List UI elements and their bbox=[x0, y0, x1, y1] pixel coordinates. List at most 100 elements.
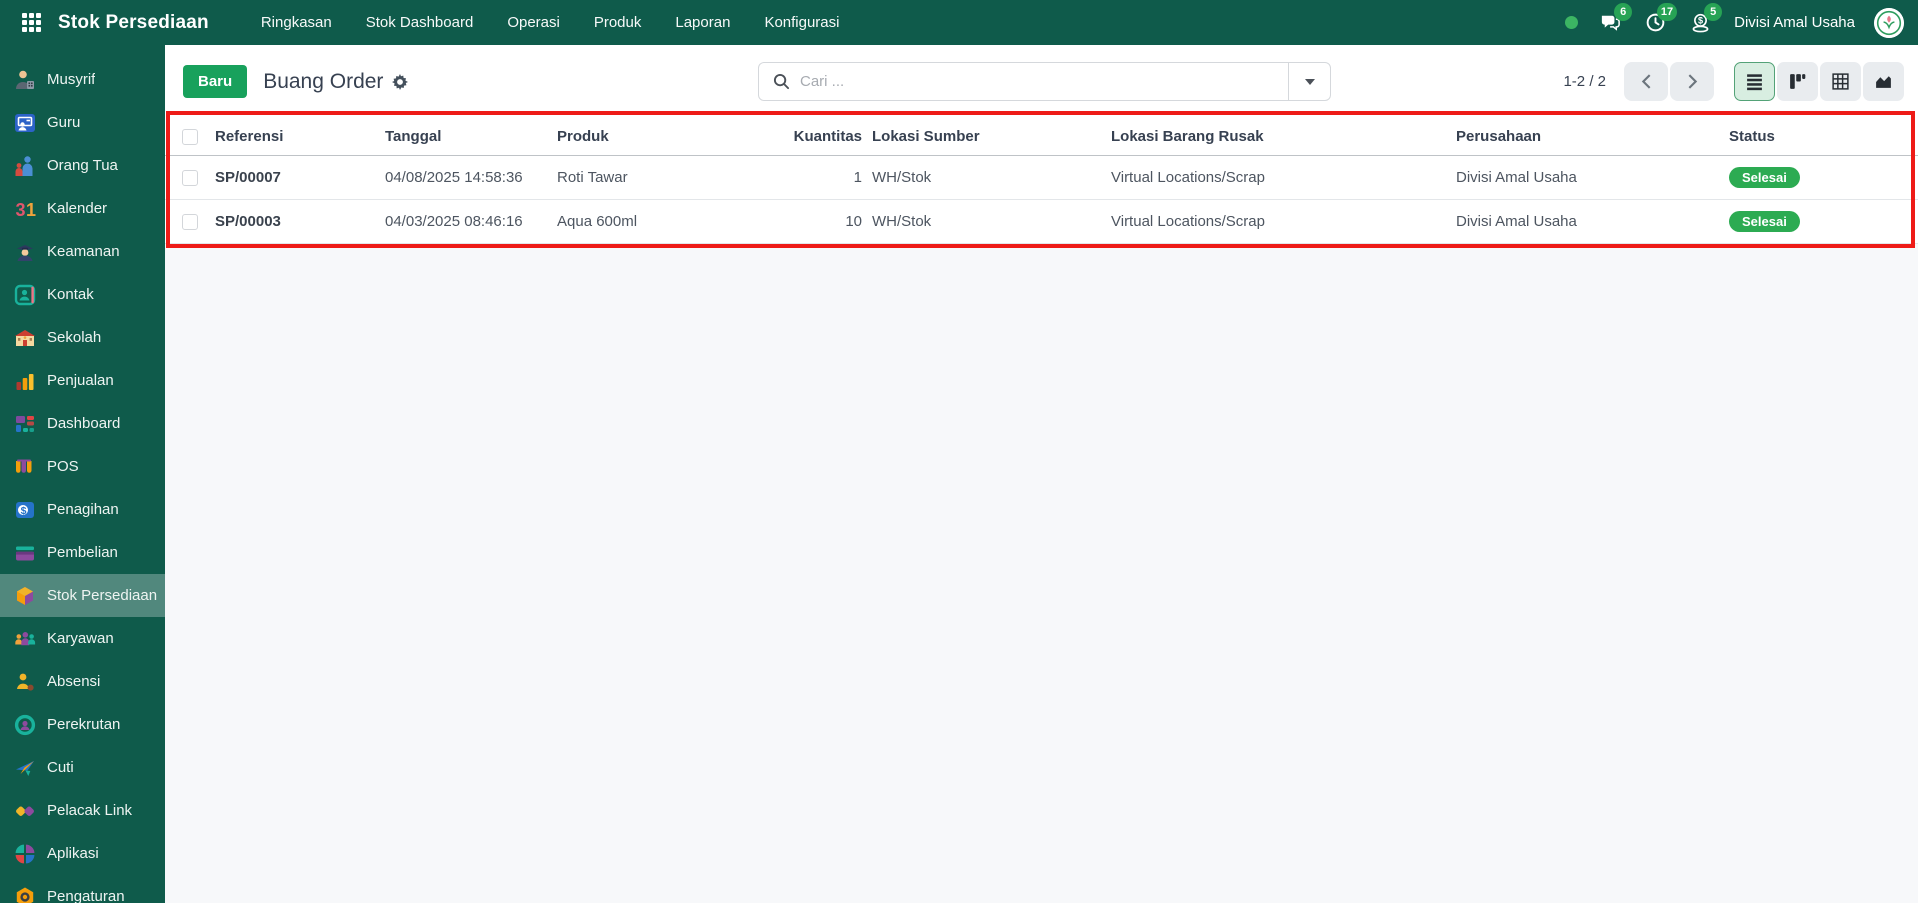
sidebar-item-label: Dashboard bbox=[47, 415, 120, 432]
sidebar-item-label: Absensi bbox=[47, 673, 100, 690]
column-header-perusahaan[interactable]: Perusahaan bbox=[1446, 128, 1719, 145]
sidebar-item-pos[interactable]: POS bbox=[0, 445, 165, 488]
perekrutan-icon bbox=[13, 713, 37, 737]
view-switcher-kanban-button[interactable] bbox=[1777, 62, 1818, 101]
nav-menu-laporan[interactable]: Laporan bbox=[675, 14, 730, 31]
column-header-tanggal[interactable]: Tanggal bbox=[385, 128, 557, 145]
table-header: ReferensiTanggalProdukKuantitasLokasi Su… bbox=[165, 118, 1918, 156]
apps-menu-button[interactable] bbox=[14, 8, 48, 38]
sidebar-item-guru[interactable]: Guru bbox=[0, 101, 165, 144]
pembelian-icon bbox=[13, 541, 37, 565]
row-checkbox[interactable] bbox=[182, 214, 198, 230]
kontak-icon bbox=[13, 283, 37, 307]
activities-button[interactable]: 17 bbox=[1642, 10, 1668, 36]
cell-lokasi-sumber: WH/Stok bbox=[862, 213, 1101, 230]
sidebar-item-cuti[interactable]: Cuti bbox=[0, 746, 165, 789]
sidebar-item-absensi[interactable]: Absensi bbox=[0, 660, 165, 703]
nav-menu-ringkasan[interactable]: Ringkasan bbox=[261, 14, 332, 31]
pager-previous-button[interactable] bbox=[1624, 62, 1668, 101]
cell-produk: Aqua 600ml bbox=[557, 213, 725, 230]
view-switcher-graph-button[interactable] bbox=[1863, 62, 1904, 101]
sidebar-item-label: Cuti bbox=[47, 759, 74, 776]
cuti-icon bbox=[13, 756, 37, 780]
sidebar-item-karyawan[interactable]: Karyawan bbox=[0, 617, 165, 660]
sidebar-item-orang-tua[interactable]: Orang Tua bbox=[0, 144, 165, 187]
cell-referensi: SP/00003 bbox=[215, 213, 385, 230]
sidebar-item-pengaturan[interactable]: Pengaturan bbox=[0, 875, 165, 903]
cell-lokasi-barang-rusak: Virtual Locations/Scrap bbox=[1101, 169, 1446, 186]
records-table: ReferensiTanggalProdukKuantitasLokasi Su… bbox=[165, 118, 1918, 244]
sidebar-item-label: Sekolah bbox=[47, 329, 101, 346]
cell-perusahaan: Divisi Amal Usaha bbox=[1446, 213, 1719, 230]
view-settings-button[interactable] bbox=[392, 74, 408, 90]
table-row[interactable]: SP/0000704/08/2025 14:58:36Roti Tawar1WH… bbox=[165, 156, 1918, 200]
nav-menu-operasi[interactable]: Operasi bbox=[507, 14, 560, 31]
sidebar-item-kontak[interactable]: Kontak bbox=[0, 273, 165, 316]
view-switcher-list-button[interactable] bbox=[1734, 62, 1775, 101]
sidebar-item-keamanan[interactable]: Keamanan bbox=[0, 230, 165, 273]
sales-notifications-button[interactable]: $ 5 bbox=[1687, 10, 1713, 36]
nav-menu-konfigurasi[interactable]: Konfigurasi bbox=[764, 14, 839, 31]
sidebar-item-pembelian[interactable]: Pembelian bbox=[0, 531, 165, 574]
pager-next-button[interactable] bbox=[1670, 62, 1714, 101]
sidebar-item-aplikasi[interactable]: Aplikasi bbox=[0, 832, 165, 875]
messages-button[interactable]: 6 bbox=[1597, 10, 1623, 36]
cell-lokasi-sumber: WH/Stok bbox=[862, 169, 1101, 186]
sales-badge: 5 bbox=[1704, 3, 1722, 21]
svg-text:$: $ bbox=[21, 504, 27, 516]
status-badge: Selesai bbox=[1729, 211, 1800, 232]
table-row[interactable]: SP/0000304/03/2025 08:46:16Aqua 600ml10W… bbox=[165, 200, 1918, 244]
sidebar-item-pelacak-link[interactable]: Pelacak Link bbox=[0, 789, 165, 832]
search-dropdown-toggle[interactable] bbox=[1288, 63, 1330, 100]
row-checkbox[interactable] bbox=[182, 170, 198, 186]
pager-range: 1-2 / 2 bbox=[1563, 73, 1606, 90]
sidebar-item-label: Karyawan bbox=[47, 630, 114, 647]
sidebar-item-kalender[interactable]: 31Kalender bbox=[0, 187, 165, 230]
search-icon bbox=[773, 73, 790, 90]
column-header-referensi[interactable]: Referensi bbox=[215, 128, 385, 145]
sidebar-item-sekolah[interactable]: Sekolah bbox=[0, 316, 165, 359]
sidebar-item-label: Keamanan bbox=[47, 243, 120, 260]
presence-dot-icon bbox=[1565, 16, 1578, 29]
sidebar-item-penjualan[interactable]: Penjualan bbox=[0, 359, 165, 402]
column-header-produk[interactable]: Produk bbox=[557, 128, 725, 145]
new-button[interactable]: Baru bbox=[183, 65, 247, 98]
table-body: SP/0000704/08/2025 14:58:36Roti Tawar1WH… bbox=[165, 156, 1918, 244]
stok-persediaan-icon bbox=[13, 584, 37, 608]
sidebar-item-label: Pembelian bbox=[47, 544, 118, 561]
column-header-kuantitas[interactable]: Kuantitas bbox=[725, 128, 862, 145]
cell-kuantitas: 1 bbox=[725, 169, 862, 186]
aplikasi-icon bbox=[13, 842, 37, 866]
select-all-checkbox[interactable] bbox=[182, 129, 198, 145]
column-header-lokasi-barang-rusak[interactable]: Lokasi Barang Rusak bbox=[1101, 128, 1446, 145]
column-header-status[interactable]: Status bbox=[1719, 128, 1918, 145]
cell-lokasi-barang-rusak: Virtual Locations/Scrap bbox=[1101, 213, 1446, 230]
app-title[interactable]: Stok Persediaan bbox=[58, 12, 209, 34]
column-header-lokasi-sumber[interactable]: Lokasi Sumber bbox=[862, 128, 1101, 145]
app-window: Stok Persediaan Ringkasan Stok Dashboard O… bbox=[0, 0, 1918, 903]
search-input[interactable] bbox=[800, 73, 1288, 90]
sidebar-item-musyrif[interactable]: Musyrif bbox=[0, 58, 165, 101]
cell-kuantitas: 10 bbox=[725, 213, 862, 230]
sidebar-item-penagihan[interactable]: $Penagihan bbox=[0, 488, 165, 531]
row-checkbox-cell bbox=[165, 170, 215, 186]
user-avatar[interactable] bbox=[1874, 8, 1904, 38]
sidebar-item-perekrutan[interactable]: Perekrutan bbox=[0, 703, 165, 746]
cell-tanggal: 04/08/2025 14:58:36 bbox=[385, 169, 557, 186]
sidebar-item-label: Kontak bbox=[47, 286, 94, 303]
status-badge: Selesai bbox=[1729, 167, 1800, 188]
karyawan-icon bbox=[13, 627, 37, 651]
sidebar-item-label: Pelacak Link bbox=[47, 802, 132, 819]
sidebar-item-stok-persediaan[interactable]: Stok Persediaan bbox=[0, 574, 165, 617]
kanban-view-icon bbox=[1788, 72, 1807, 91]
orang-tua-icon bbox=[13, 154, 37, 178]
svg-text:3: 3 bbox=[16, 200, 26, 220]
svg-text:1: 1 bbox=[26, 200, 36, 220]
graph-view-icon bbox=[1874, 72, 1893, 91]
view-switcher-pivot-button[interactable] bbox=[1820, 62, 1861, 101]
nav-menu-produk[interactable]: Produk bbox=[594, 14, 642, 31]
control-panel: Baru Buang Order 1 bbox=[165, 45, 1918, 118]
nav-menu-stok-dashboard[interactable]: Stok Dashboard bbox=[366, 14, 474, 31]
company-switcher[interactable]: Divisi Amal Usaha bbox=[1734, 14, 1855, 31]
sidebar-item-dashboard[interactable]: Dashboard bbox=[0, 402, 165, 445]
